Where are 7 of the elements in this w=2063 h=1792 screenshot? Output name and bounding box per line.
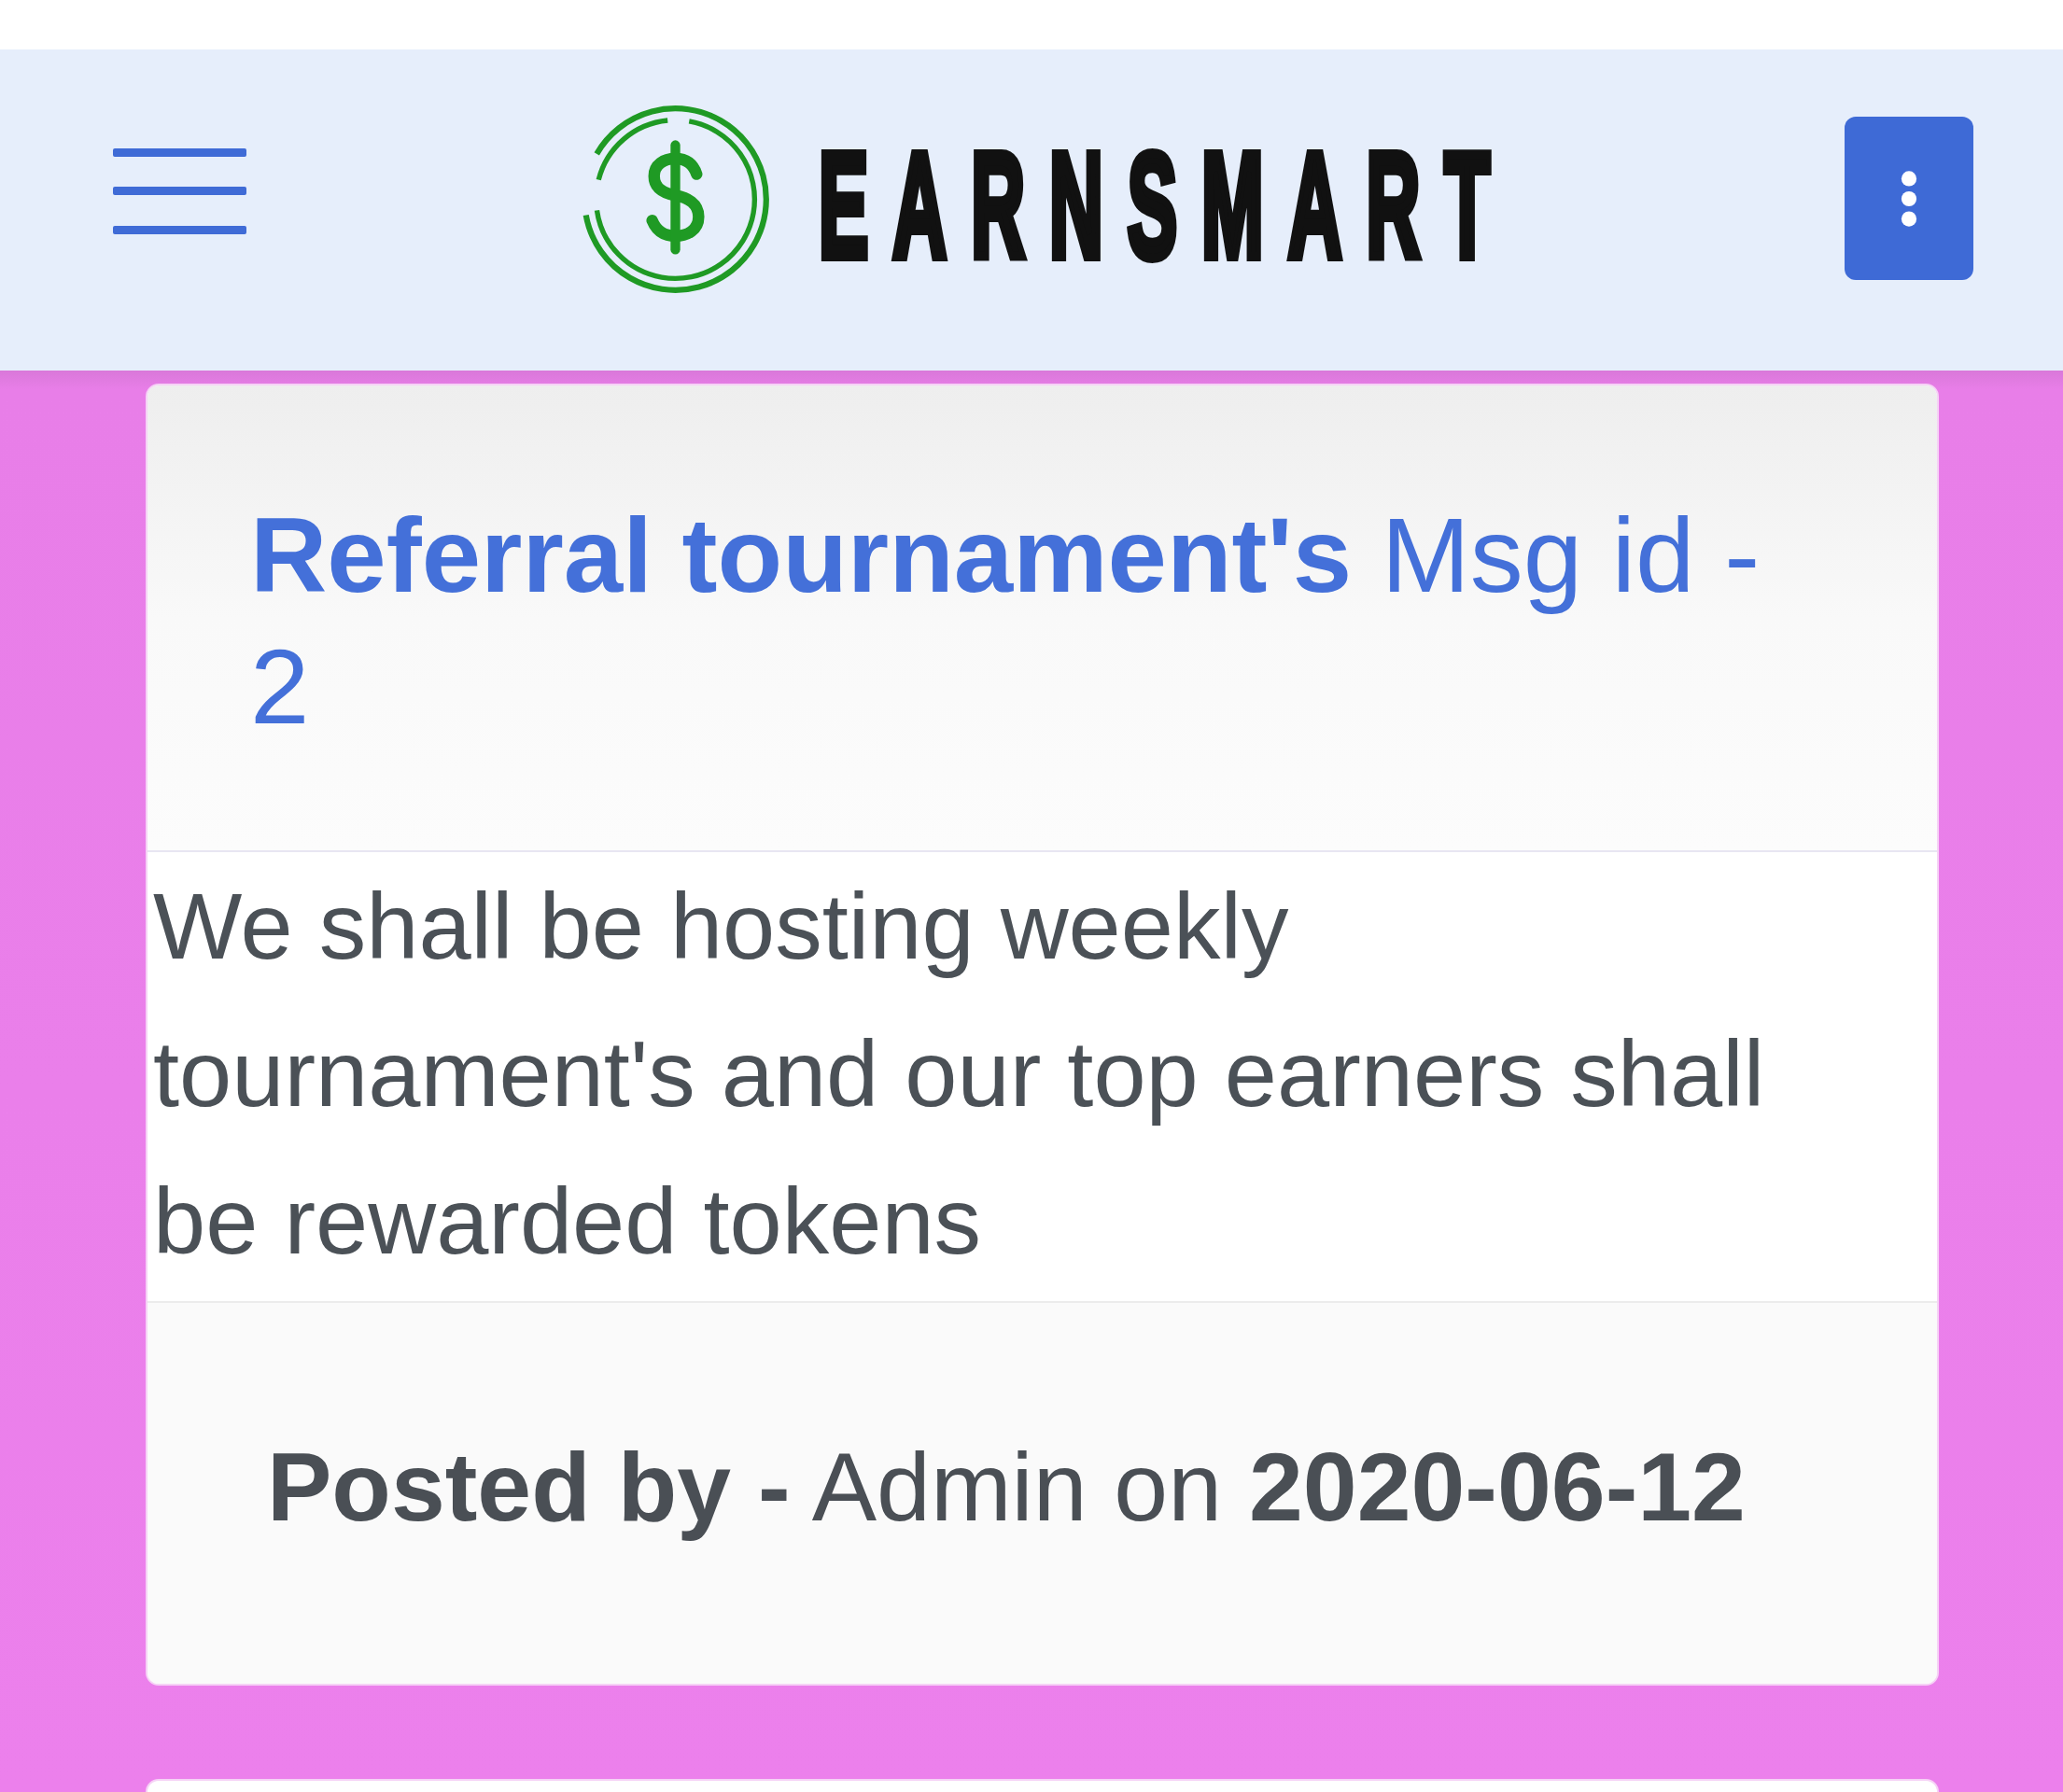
- menu-icon[interactable]: [113, 148, 246, 234]
- logo-text[interactable]: EARNSMART: [819, 127, 1515, 284]
- more-button[interactable]: [1845, 117, 1973, 280]
- message-body: We shall be hosting weekly tournament's and our top earners shall be rewarded tokens: [152, 873, 1766, 1275]
- message-title: Referral tournament's Msg id - 2: [250, 495, 1761, 748]
- more-icon: [1901, 169, 1917, 228]
- posted-by-text: Posted by - Admin on 2020-06-12: [267, 1433, 1746, 1541]
